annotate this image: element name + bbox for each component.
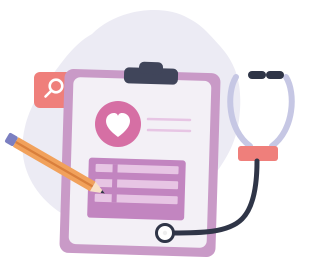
earpiece-left (248, 71, 266, 79)
form-block (87, 157, 186, 221)
heart-detail-line-2 (146, 128, 192, 133)
earpiece-right (266, 71, 284, 79)
clipboard-icon (59, 61, 221, 258)
illustration-canvas (4, 10, 295, 258)
heart-detail-line-1 (146, 117, 192, 122)
stethoscope-chest-piece-center (162, 230, 168, 236)
heart-badge (95, 101, 141, 147)
medical-checkup-illustration (0, 0, 302, 267)
